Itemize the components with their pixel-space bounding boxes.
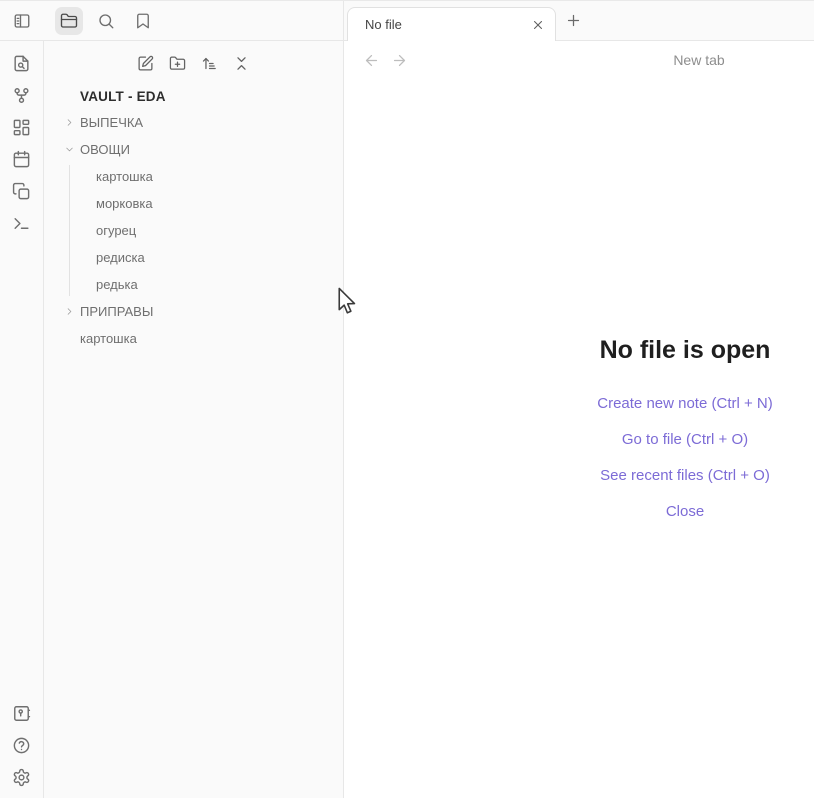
folder-children: картошка морковка огурец редиска редька — [44, 163, 343, 298]
copy-icon — [12, 182, 30, 199]
folder-item-pripravy[interactable]: ПРИПРАВЫ — [44, 298, 343, 325]
tab-search[interactable] — [92, 7, 120, 35]
obsidian-window: VAULT - EDA ВЫПЕЧКА ОВОЩИ картошка морко… — [0, 0, 814, 798]
new-folder-button[interactable] — [166, 51, 190, 75]
file-item[interactable]: морковка — [44, 190, 343, 217]
ribbon — [0, 41, 44, 798]
new-note-icon — [138, 55, 154, 71]
left-pane: VAULT - EDA ВЫПЕЧКА ОВОЩИ картошка морко… — [0, 1, 343, 798]
collapse-all-button[interactable] — [230, 51, 254, 75]
bookmark-icon — [137, 13, 149, 28]
navigate-back-button[interactable] — [361, 50, 381, 70]
empty-state-heading: No file is open — [599, 336, 771, 364]
file-search-icon — [14, 55, 29, 71]
ribbon-canvas-button[interactable] — [10, 115, 34, 139]
toggle-left-sidebar-button[interactable] — [8, 7, 36, 35]
empty-state-actions: Create new note (Ctrl + N) Go to file (C… — [344, 396, 814, 520]
chevron-down-icon — [63, 144, 75, 156]
help-icon — [13, 737, 30, 753]
folder-label: ОВОЩИ — [80, 142, 130, 157]
file-item[interactable]: огурец — [44, 217, 343, 244]
panel-left-icon — [14, 13, 30, 28]
tab-file-explorer[interactable] — [55, 6, 83, 35]
arrow-right-icon — [393, 54, 405, 66]
tab-title: No file — [365, 17, 402, 32]
create-new-note-link[interactable]: Create new note (Ctrl + N) — [344, 396, 814, 412]
vault-switcher-button[interactable] — [10, 701, 34, 725]
ribbon-calendar-button[interactable] — [10, 147, 34, 171]
sort-order-button[interactable] — [198, 51, 222, 75]
settings-button[interactable] — [10, 765, 34, 789]
chevron-right-icon — [63, 117, 75, 129]
file-item[interactable]: редька — [44, 271, 343, 298]
sidebar-top-strip — [0, 1, 343, 41]
vault-icon — [14, 705, 31, 721]
tab-bar: No file — [344, 1, 814, 41]
file-label: редька — [96, 277, 138, 292]
main-content: No file is open Create new note (Ctrl + … — [344, 79, 814, 798]
view-header: New tab — [344, 41, 814, 79]
close-icon — [533, 20, 543, 29]
ribbon-templates-button[interactable] — [10, 179, 34, 203]
ribbon-file-search-button[interactable] — [10, 51, 34, 75]
tab-close-button[interactable] — [527, 14, 549, 36]
go-to-file-link[interactable]: Go to file (Ctrl + O) — [344, 432, 814, 448]
gear-icon — [13, 768, 30, 786]
file-item[interactable]: редиска — [44, 244, 343, 271]
file-label: огурец — [96, 223, 137, 238]
tab-no-file[interactable]: No file — [347, 7, 556, 41]
file-label: картошка — [96, 169, 153, 184]
chevron-right-icon — [63, 306, 75, 318]
ribbon-graph-button[interactable] — [10, 83, 34, 107]
file-label: картошка — [80, 331, 137, 346]
layout-dashboard-icon — [13, 119, 30, 135]
file-label: морковка — [96, 196, 153, 211]
new-tab-button[interactable] — [561, 9, 585, 33]
file-item[interactable]: картошка — [44, 163, 343, 190]
folder-label: ВЫПЕЧКА — [80, 115, 144, 130]
close-link[interactable]: Close — [344, 504, 814, 520]
new-folder-icon — [169, 55, 186, 70]
folder-item-ovoshchi[interactable]: ОВОЩИ — [44, 136, 343, 163]
new-note-button[interactable] — [134, 51, 158, 75]
collapse-all-icon — [237, 56, 246, 70]
explorer-actions — [44, 49, 343, 77]
graph-icon — [14, 87, 29, 103]
vault-title[interactable]: VAULT - EDA — [44, 83, 343, 109]
arrow-left-icon — [365, 54, 377, 66]
ribbon-terminal-button[interactable] — [10, 211, 34, 235]
plus-icon — [567, 14, 579, 27]
left-body: VAULT - EDA ВЫПЕЧКА ОВОЩИ картошка морко… — [0, 41, 343, 798]
sort-order-icon — [202, 57, 216, 69]
folder-label: ПРИПРАВЫ — [80, 304, 154, 319]
see-recent-files-link[interactable]: See recent files (Ctrl + O) — [344, 468, 814, 484]
folder-item-vypechka[interactable]: ВЫПЕЧКА — [44, 109, 343, 136]
folder-icon — [60, 13, 78, 28]
file-tree: ВЫПЕЧКА ОВОЩИ картошка морковка огурец р… — [44, 109, 343, 352]
empty-state: No file is open Create new note (Ctrl + … — [344, 335, 814, 520]
tab-bookmarks[interactable] — [129, 7, 157, 35]
view-title: New tab — [673, 52, 725, 68]
terminal-icon — [14, 217, 29, 229]
file-item[interactable]: картошка — [44, 325, 343, 352]
calendar-icon — [13, 150, 30, 167]
file-explorer: VAULT - EDA ВЫПЕЧКА ОВОЩИ картошка морко… — [44, 41, 343, 798]
navigate-forward-button[interactable] — [389, 50, 409, 70]
help-button[interactable] — [10, 733, 34, 757]
main-pane: No file New tab No file is open Create n… — [343, 1, 814, 798]
search-icon — [99, 13, 114, 28]
file-label: редиска — [96, 250, 145, 265]
